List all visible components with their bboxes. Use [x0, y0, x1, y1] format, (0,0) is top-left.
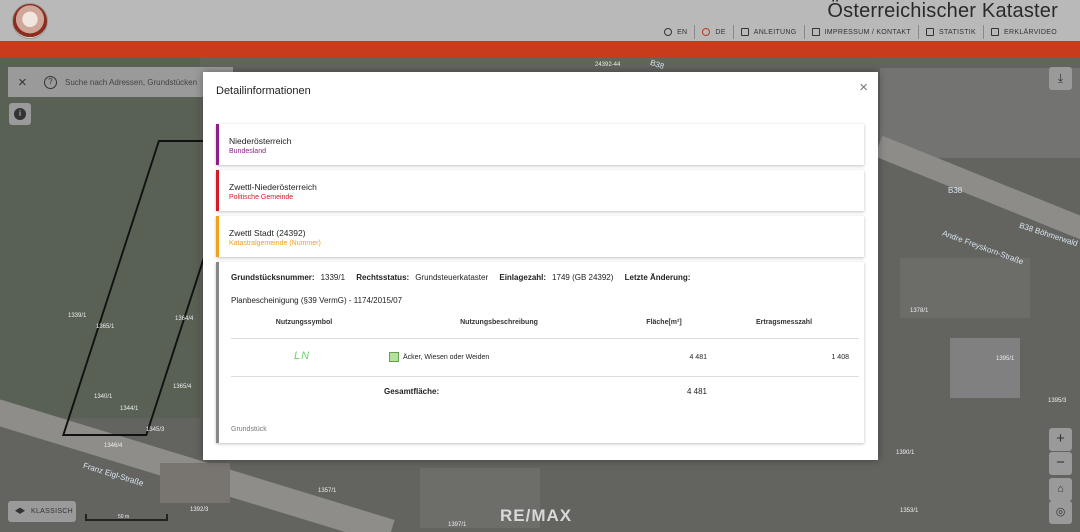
layers-icon — [15, 507, 25, 514]
parcel-label: 1340/1 — [94, 394, 113, 400]
rechtsstatus-value: Grundsteuerkataster — [415, 273, 489, 282]
letzte-aenderung-label: Letzte Änderung: — [624, 273, 691, 282]
parcel-info-line: Grundstücksnummer: 1339/1 Rechtsstatus: Gr… — [231, 273, 696, 282]
info-icon: i — [14, 108, 26, 120]
plus-icon: + — [1056, 430, 1065, 447]
parcel-label: 1365/4 — [173, 384, 192, 390]
flaeche-value: 4 481 — [689, 354, 707, 361]
table-divider — [231, 376, 859, 377]
column-header-nutzungsbeschreibung: Nutzungsbeschreibung — [460, 319, 538, 326]
katastralgemeinde-card: Zwettl Stadt (24392) Katastralgemeinde (… — [216, 216, 864, 257]
parcel-label: 1353/1 — [900, 508, 919, 514]
close-icon[interactable]: × — [18, 74, 36, 91]
nav-language-en[interactable]: EN — [657, 25, 694, 39]
bundesland-value: Niederösterreich — [229, 136, 292, 146]
map-building — [950, 338, 1020, 398]
zoom-in-button[interactable]: + — [1049, 428, 1072, 451]
monitor-icon — [991, 28, 1000, 36]
bundesland-label: Bundesland — [229, 148, 266, 155]
zoom-out-button[interactable]: − — [1049, 452, 1072, 475]
parcel-label: 1365/1 — [96, 324, 115, 330]
gesamtflaeche-label: Gesamtfläche: — [384, 387, 440, 396]
parcel-label: 1390/1 — [896, 450, 915, 456]
globe-icon — [664, 28, 673, 36]
parcel-label: 24392-44 — [595, 62, 621, 68]
crosshair-icon: ◎ — [1055, 506, 1066, 518]
layer-switch-button[interactable]: KLASSISCH — [8, 501, 76, 522]
grundstuecksnummer-label: Grundstücksnummer: — [231, 273, 315, 282]
map-building — [160, 463, 230, 503]
megaphone-icon — [740, 28, 749, 36]
column-header-nutzungssymbol: Nutzungssymbol — [275, 319, 333, 326]
detail-modal: Detailinformationen × Niederösterreich B… — [203, 72, 878, 460]
ertragsmesszahl-value: 1 408 — [831, 354, 849, 361]
nav-anleitung[interactable]: ANLEITUNG — [732, 25, 804, 39]
katastralgemeinde-label: Katastralgemeinde (Nummer) — [229, 240, 321, 247]
nav-language-de[interactable]: DE — [694, 25, 732, 39]
help-icon[interactable]: ? — [44, 75, 57, 89]
bar-chart-icon — [925, 28, 934, 36]
download-button[interactable]: ⤓ — [1049, 67, 1072, 90]
parcel-label: 1395/1 — [996, 356, 1015, 362]
grundstuecksnummer-value: 1339/1 — [320, 273, 346, 282]
accent-bar — [0, 41, 1080, 58]
contact-card-icon — [811, 28, 820, 36]
parcel-label: 1364/4 — [175, 316, 194, 322]
einlagezahl-value: 1749 (GB 24392) — [552, 273, 614, 282]
gemeinde-label: Politische Gemeinde — [229, 194, 294, 201]
einlagezahl-label: Einlagezahl: — [499, 273, 547, 282]
grundstueck-footer: Grundstück — [231, 426, 267, 433]
table-divider — [231, 338, 859, 339]
column-header-flaeche: Fläche[m²] — [646, 319, 682, 326]
parcel-label: 1378/1 — [910, 308, 929, 314]
parcel-label: 1346/4 — [104, 443, 123, 449]
nav-erklaervideo[interactable]: ERKLÄRVIDEO — [983, 25, 1064, 39]
close-icon: × — [859, 79, 868, 96]
top-navigation: EN DE ANLEITUNG IMPRESSUM / KONTAKT STAT… — [657, 24, 1064, 40]
nutzung-color-swatch — [389, 352, 399, 362]
download-icon: ⤓ — [1057, 71, 1064, 85]
nav-impressum[interactable]: IMPRESSUM / KONTAKT — [803, 25, 918, 39]
kataster-logo[interactable] — [12, 3, 48, 39]
close-button[interactable]: × — [859, 79, 868, 96]
parcel-label: 1344/1 — [120, 406, 139, 412]
parcel-label: 1395/3 — [1048, 398, 1067, 404]
rechtsstatus-label: Rechtsstatus: — [356, 273, 410, 282]
home-button[interactable]: ⌂ — [1049, 478, 1072, 501]
parcel-label: 1345/3 — [146, 427, 165, 433]
scale-label: 50 m — [118, 514, 130, 520]
grundstueck-card: Grundstücksnummer: 1339/1 Rechtsstatus: Gr… — [216, 262, 864, 443]
bundesland-card: Niederösterreich Bundesland — [216, 124, 864, 165]
search-input[interactable]: Suche nach Adressen, Grundstücken — [65, 78, 197, 87]
app-title: Österreichischer Kataster — [827, 0, 1058, 22]
parcel-label: 1392/3 — [190, 507, 209, 513]
nutzungssymbol-ln: LN — [294, 350, 311, 362]
minus-icon: − — [1056, 454, 1065, 471]
remax-watermark: RE/MAX — [500, 506, 573, 525]
gesamtflaeche-value: 4 481 — [686, 387, 707, 396]
nav-statistik[interactable]: STATISTIK — [917, 25, 983, 39]
street-label: B38 — [648, 58, 666, 71]
app-header: Österreichischer Kataster EN DE ANLEITUN… — [0, 0, 1080, 41]
gemeinde-card: Zwettl-Niederösterreich Politische Gemei… — [216, 170, 864, 211]
search-bar: × ? Suche nach Adressen, Grundstücken — [8, 67, 233, 97]
parcel-label: 1397/1 — [448, 522, 467, 528]
globe-icon — [702, 28, 711, 36]
street-label: B38 — [948, 186, 963, 195]
parcel-label: 1339/1 — [68, 313, 87, 319]
nutzungsbeschreibung: Äcker, Wiesen oder Weiden — [403, 354, 490, 361]
gemeinde-value: Zwettl-Niederösterreich — [229, 182, 317, 192]
column-header-ertragsmesszahl: Ertragsmesszahl — [755, 319, 813, 326]
info-button[interactable]: i — [9, 103, 31, 125]
home-icon: ⌂ — [1057, 483, 1064, 495]
layer-switch-label: KLASSISCH — [31, 508, 73, 515]
parcel-label: 1357/1 — [318, 488, 337, 494]
modal-title: Detailinformationen — [216, 85, 311, 97]
locate-button[interactable]: ◎ — [1049, 501, 1072, 524]
katastralgemeinde-value: Zwettl Stadt (24392) — [229, 228, 306, 238]
planbescheinigung: Planbescheinigung (§39 VermG) - 1174/201… — [231, 296, 403, 305]
